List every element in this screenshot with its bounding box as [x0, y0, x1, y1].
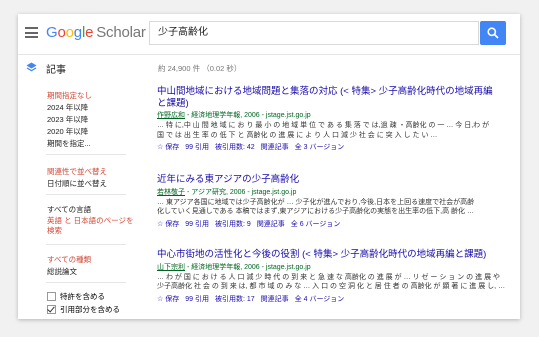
logo-letter: G	[46, 24, 58, 41]
cite-link[interactable]: 99 引用	[185, 296, 209, 303]
cite-link[interactable]: 99 引用	[185, 221, 209, 228]
versions-link[interactable]: 全 6 バージョン	[291, 221, 341, 228]
result-title-line[interactable]: 近年にみる東アジアの少子高齢化	[157, 174, 299, 185]
result-actions: ☆ 保存 99 引用 被引用数: 9 関連記事全 6 バージョン	[157, 219, 513, 229]
lang-en-ja[interactable]: 英語 と 日本語のページを検索	[47, 216, 137, 236]
checkbox-box[interactable]	[47, 292, 56, 301]
result-meta: 作野広和 - 経済地理学年報, 2006 - jstage.jst.go.jp	[157, 110, 513, 120]
logo-letter: g	[73, 24, 82, 41]
menu-icon[interactable]	[25, 27, 38, 38]
articles-label: 記事	[46, 65, 66, 76]
versions-link[interactable]: 全 3 バージョン	[295, 144, 345, 151]
lang-any[interactable]: すべての言語	[47, 204, 91, 215]
sort-by-date[interactable]: 日付順に並べ替え	[47, 178, 107, 189]
result-title-line[interactable]: 中山間地域における地域問題と集落の対応 (< 特集> 少子高齢化時代の地域再編	[157, 86, 493, 97]
snippet-line: 国 で は 出 生 率 の 低 下 と 高齢化 の 進 展 に よ り 人 口 …	[157, 131, 438, 139]
top-bar: Google Scholar 少子高齢化	[18, 14, 520, 55]
logo-letter: o	[57, 24, 66, 41]
result-title-line[interactable]: と課題)	[157, 98, 189, 109]
result-title[interactable]: 中心市街地の活性化と今後の役割 (< 特集> 少子高齢化時代の地域再編と課題)	[157, 249, 513, 261]
related-link[interactable]: 関連記事	[257, 221, 285, 228]
cite-link[interactable]: 99 引用	[185, 144, 209, 151]
result-snippet: … わ が 国 に お け る 人 口 減 少 時 代 の 到 来 と 急 速 …	[157, 273, 513, 292]
search-input[interactable]: 少子高齢化	[149, 21, 479, 45]
result-author[interactable]: 若林敬子	[157, 189, 185, 196]
result-meta: 若林敬子 - アジア研究, 2006 - jstage.jst.go.jp	[157, 187, 513, 197]
articles-icon	[26, 62, 37, 72]
result-item: 中心市街地の活性化と今後の役割 (< 特集> 少子高齢化時代の地域再編と課題) …	[157, 249, 513, 304]
cited-by-link[interactable]: 被引用数: 42	[215, 144, 255, 151]
result-author[interactable]: 作野広和	[157, 112, 185, 119]
checkbox-box[interactable]	[47, 305, 56, 314]
result-author[interactable]: 山下宗利	[157, 264, 185, 271]
result-source: - 経済地理学年報, 2006 - jstage.jst.go.jp	[185, 263, 311, 271]
snippet-line: … 東アジア各国に地域では少子高齢化が … 少子化が進んでおり,今後,日本を上回…	[157, 198, 475, 206]
include-citations-checkbox[interactable]: 引用部分を含める	[47, 304, 120, 315]
type-any[interactable]: すべての種類	[47, 254, 91, 265]
search-icon	[487, 27, 499, 39]
related-link[interactable]: 関連記事	[261, 144, 289, 151]
google-scholar-logo[interactable]: Google Scholar	[46, 24, 146, 41]
checkbox-label: 引用部分を含める	[60, 305, 120, 314]
filter-custom-range[interactable]: 期間を指定...	[47, 138, 91, 149]
filter-since-2024[interactable]: 2024 年以降	[47, 102, 88, 113]
result-actions: ☆ 保存 99 引用 被引用数: 42 関連記事全 3 バージョン	[157, 142, 513, 152]
result-item: 近年にみる東アジアの少子高齢化 若林敬子 - アジア研究, 2006 - jst…	[157, 174, 513, 229]
save-link[interactable]: ☆ 保存	[157, 221, 179, 228]
type-review[interactable]: 総説論文	[47, 266, 77, 277]
result-item: 中山間地域における地域問題と集落の対応 (< 特集> 少子高齢化時代の地域再編と…	[157, 86, 513, 152]
result-actions: ☆ 保存 99 引用 被引用数: 17 関連記事全 4 バージョン	[157, 294, 513, 304]
versions-link[interactable]: 全 4 バージョン	[295, 296, 345, 303]
snippet-line: … 特 に,中 山 間 地 域 に お り 最 小 の 地 域 単 位 で あ …	[157, 122, 490, 129]
scholar-window: Google Scholar 少子高齢化 記事 約 24,900 件 （0.02 …	[18, 14, 520, 319]
result-title[interactable]: 近年にみる東アジアの少子高齢化	[157, 174, 513, 186]
sidebar-divider	[46, 154, 126, 155]
related-link[interactable]: 関連記事	[261, 296, 289, 303]
filter-since-2023[interactable]: 2023 年以降	[47, 114, 88, 125]
result-snippet: … 特 に,中 山 間 地 域 に お り 最 小 の 地 域 単 位 で あ …	[157, 121, 513, 140]
include-patents-checkbox[interactable]: 特許を含める	[47, 291, 105, 302]
sidebar-divider	[46, 282, 126, 283]
search-button[interactable]	[480, 21, 506, 45]
logo-letter: e	[85, 24, 94, 41]
logo-google-text: Google	[46, 24, 93, 41]
result-count: 約 24,900 件 （0.02 秒）	[158, 64, 242, 73]
filter-any-time[interactable]: 期間指定なし	[47, 90, 92, 101]
result-meta: 山下宗利 - 経済地理学年報, 2006 - jstage.jst.go.jp	[157, 262, 513, 272]
sort-by-relevance[interactable]: 関連性で並べ替え	[47, 166, 107, 177]
save-link[interactable]: ☆ 保存	[157, 296, 179, 303]
cited-by-link[interactable]: 被引用数: 17	[215, 296, 255, 303]
snippet-line: … わ が 国 に お け る 人 口 減 少 時 代 の 到 来 と 急 速 …	[157, 273, 501, 281]
result-title-line[interactable]: 中心市街地の活性化と今後の役割 (< 特集> 少子高齢化時代の地域再編と課題)	[157, 249, 486, 260]
logo-scholar-text: Scholar	[96, 24, 146, 41]
result-source: - アジア研究, 2006 - jstage.jst.go.jp	[185, 188, 297, 196]
snippet-line: 少子高齢化 社 会 の 到 来 は, 都 市 域 の み な … 入 口 の 空…	[157, 283, 506, 290]
result-snippet: … 東アジア各国に地域では少子高齢化が … 少子化が進んでおり,今後,日本を上回…	[157, 198, 513, 217]
save-link[interactable]: ☆ 保存	[157, 144, 179, 151]
section-bar: 記事 約 24,900 件 （0.02 秒）	[18, 55, 520, 80]
filter-since-2020[interactable]: 2020 年以降	[47, 126, 88, 137]
result-title[interactable]: 中山間地域における地域問題と集落の対応 (< 特集> 少子高齢化時代の地域再編と…	[157, 86, 513, 109]
sidebar-divider	[46, 244, 126, 245]
snippet-line: 化していく見通しである 本稿ではまず,東アジアにおける少子高齢化の実態を出生率の…	[157, 208, 474, 215]
cited-by-link[interactable]: 被引用数: 9	[215, 221, 251, 228]
result-source: - 経済地理学年報, 2006 - jstage.jst.go.jp	[185, 112, 311, 119]
checkbox-label: 特許を含める	[60, 292, 105, 301]
logo-letter: o	[65, 24, 74, 41]
sidebar-divider	[46, 194, 126, 195]
